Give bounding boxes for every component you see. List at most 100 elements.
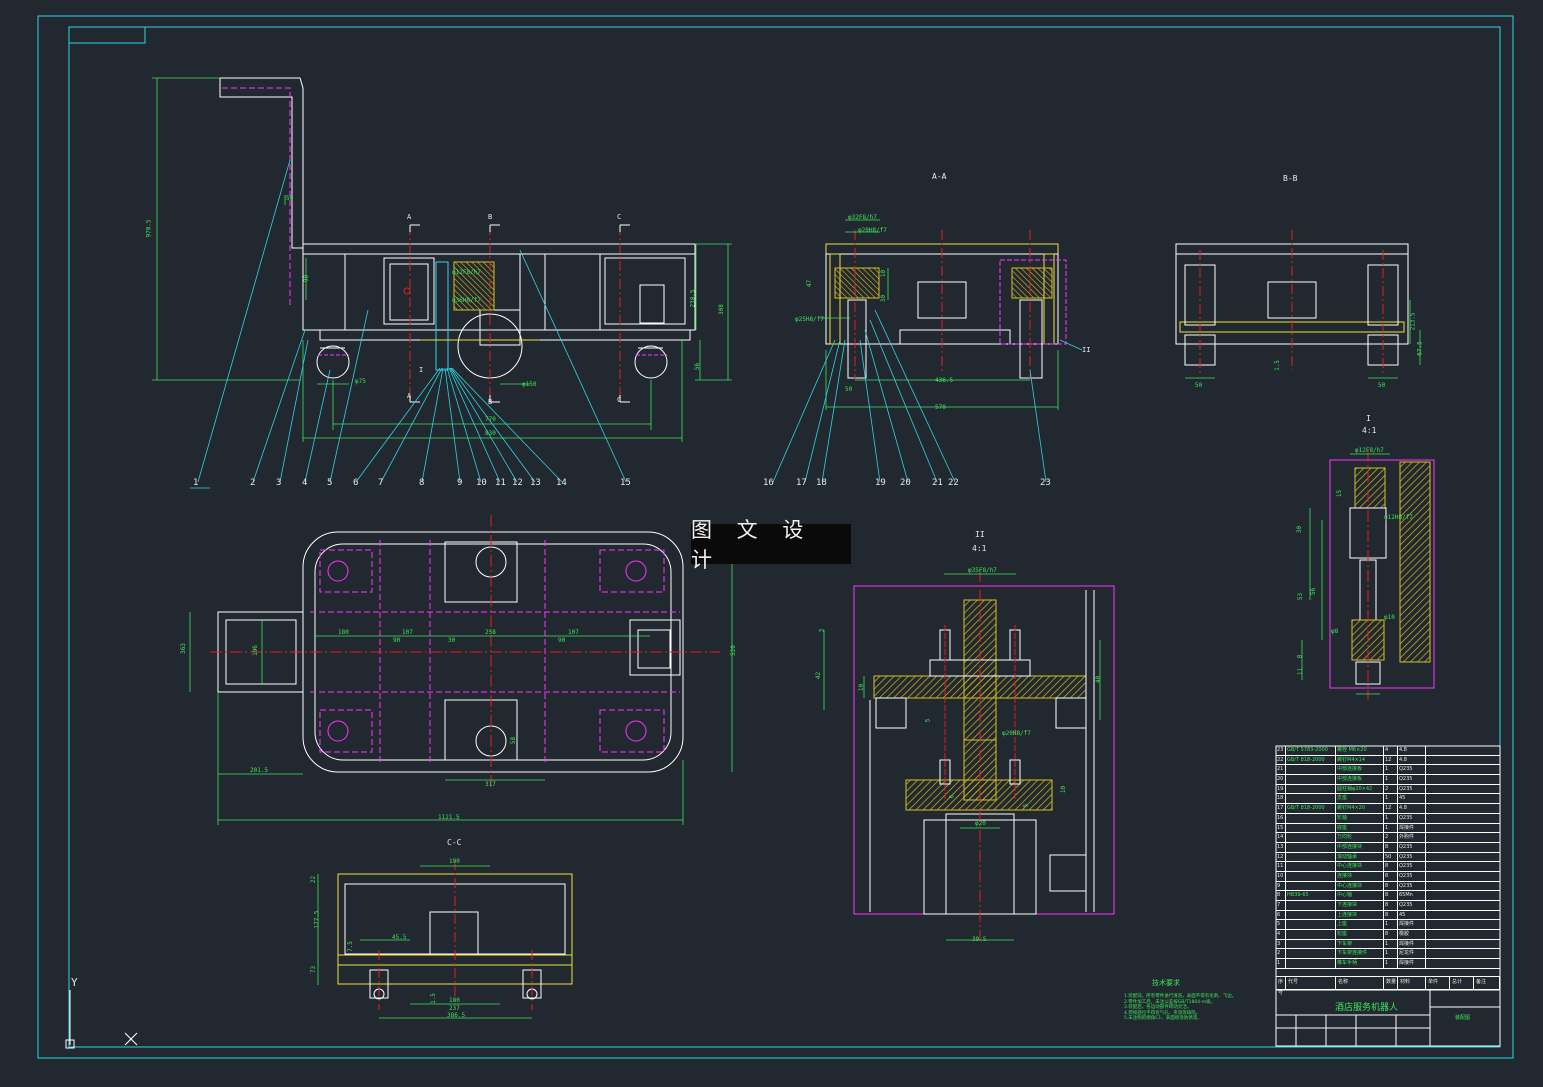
callout-10: 10	[476, 478, 487, 488]
bom-header-cell: 总计	[1450, 977, 1474, 989]
bom-cell-code: GB/T 818-2000	[1286, 804, 1336, 813]
bom-cell-no: 22	[1276, 755, 1286, 765]
dim-plan-317: 317	[485, 781, 496, 788]
bom-cell-no: 2	[1276, 949, 1286, 959]
bom-cell-qty: 1	[1384, 765, 1398, 775]
callout-12: 12	[512, 478, 523, 488]
callout-18: 18	[816, 478, 827, 488]
bom-cell-code	[1286, 939, 1336, 949]
front-view	[152, 77, 732, 489]
detail-ii-view	[823, 570, 1115, 941]
detail-ii-marker: II	[1082, 346, 1091, 354]
dim-plan-107-right: 107	[568, 629, 579, 636]
bom-cell-qty: 1	[1384, 949, 1398, 959]
dim-aa-10: 10	[880, 269, 888, 278]
bom-cell-name: 底座	[1336, 823, 1384, 833]
dim-front-phi36: φ36H8/f7	[452, 297, 481, 304]
bom-cell-name: 中部连接板	[1336, 775, 1384, 784]
bill-of-materials-table: 23 GB/T 5783-2000 螺栓 M6×20 4 4.8 22 GB/T 818-2…	[1276, 746, 1500, 969]
bom-cell-mat: 焊接件	[1398, 920, 1426, 930]
bom-cell-code	[1286, 881, 1336, 891]
bom-cell-name: 螺栓 M6×20	[1336, 746, 1384, 755]
dim-ii-40: 40	[1095, 675, 1103, 684]
dim-cc-237: 237	[449, 1005, 460, 1012]
cut-marker-c-bottom: C	[617, 396, 622, 404]
dim-plan-520: 520	[729, 645, 737, 656]
dim-i-8: 8	[1296, 654, 1304, 659]
dim-plan-30: 30	[448, 637, 456, 644]
dim-plan-180: 180	[338, 629, 349, 636]
bom-cell-name: 支座	[1336, 794, 1384, 804]
dim-i-phi12h8: φ12H8/f7	[1384, 514, 1413, 521]
bom-cell-no: 20	[1276, 775, 1286, 784]
bom-cell-code	[1286, 833, 1336, 842]
dim-i-53: 53	[1297, 592, 1305, 601]
plan-view	[189, 515, 733, 825]
bom-cell-mat: Q235	[1398, 842, 1426, 852]
bom-cell-no: 15	[1276, 823, 1286, 833]
bom-row: 14 万向轮 2 外购件	[1276, 833, 1500, 843]
bom-cell-mat: 焊接件	[1398, 939, 1426, 949]
bom-cell-qty: 1	[1384, 939, 1398, 949]
callout-8: 8	[419, 478, 425, 488]
bom-cell-no: 11	[1276, 862, 1286, 871]
bom-row: 10 连接块 8 Q235	[1276, 871, 1500, 882]
callout-7: 7	[378, 478, 384, 488]
callout-21: 21	[932, 478, 943, 488]
bom-cell-qty: 4	[1384, 746, 1398, 755]
dim-aa-570: 570	[935, 404, 946, 411]
dim-i-56: 56	[1310, 587, 1318, 596]
bom-row: 22 GB/T 818-2000 螺钉M4×14 12 4.8	[1276, 755, 1500, 766]
bom-cell-mat: 橡胶	[1398, 930, 1426, 939]
bom-cell-name: 推车手柄	[1336, 959, 1384, 968]
dim-cc-45: 45.5	[392, 934, 407, 941]
drawing-type: 装配图	[1455, 1015, 1471, 1021]
bom-header-cell: 代号	[1286, 977, 1336, 989]
bom-cell-code	[1286, 852, 1336, 862]
dim-front-56: 56	[694, 362, 702, 371]
bom-cell-name: 中心轴	[1336, 891, 1384, 900]
dim-aa-436: 436.5	[935, 377, 954, 384]
callout-11: 11	[495, 478, 506, 488]
bom-header-row: 序号 代号 名称 数量 材料 单件 总计 备注	[1276, 976, 1500, 996]
bom-row: 6 上连接块 8 45	[1276, 910, 1500, 921]
bom-cell-code	[1286, 901, 1336, 910]
bom-cell-name: 轮座	[1336, 930, 1384, 939]
callout-4: 4	[302, 478, 308, 488]
bom-row: 15 底座 1 焊接件	[1276, 823, 1500, 834]
bom-cell-no: 4	[1276, 930, 1286, 939]
dim-i-11: 11	[1297, 667, 1305, 676]
bom-cell-qty: 50	[1384, 852, 1398, 862]
bom-row: 7 下连接块 8 Q235	[1276, 901, 1500, 911]
bom-cell-qty: 1	[1384, 823, 1398, 833]
dim-aa-47: 47	[806, 279, 814, 288]
bom-cell-no: 3	[1276, 939, 1286, 949]
bom-cell-mat: Q235	[1398, 784, 1426, 794]
bom-cell-code	[1286, 775, 1336, 784]
section-bb-view	[1175, 230, 1421, 379]
bom-cell-qty: 1	[1384, 794, 1398, 804]
bom-row: 13 中部连接块 8 Q235	[1276, 842, 1500, 853]
cut-marker-a-top: A	[407, 213, 412, 221]
dim-plan-196: 196	[251, 645, 259, 656]
section-bb-title: B-B	[1283, 174, 1298, 183]
bom-cell-code	[1286, 823, 1336, 833]
dim-front-phi12: φ12F8/h7	[452, 269, 481, 276]
bom-cell-name: 滚动轴承	[1336, 852, 1384, 862]
bom-cell-code	[1286, 910, 1336, 920]
callout-13: 13	[530, 478, 541, 488]
bom-cell-name: 中心连接块	[1336, 881, 1384, 891]
dim-ii-5-bottom: 5	[1022, 803, 1030, 808]
bom-cell-mat: Q235	[1398, 765, 1426, 775]
dim-ii-phi20: φ20	[975, 820, 986, 827]
drawing-title: 酒店服务机器人	[1335, 1003, 1399, 1013]
dim-ii-6: 6	[948, 794, 956, 799]
dim-plan-201: 201.5	[250, 767, 269, 774]
dim-ii-39: 39.5	[972, 936, 987, 943]
dim-aa-50: 50	[845, 386, 853, 393]
callout-9: 9	[457, 478, 463, 488]
dim-aa-phi32: φ32F8/h7	[848, 214, 877, 221]
dim-bb-50-right: 50	[1378, 382, 1386, 389]
bom-cell-qty: 12	[1384, 804, 1398, 813]
detail-ii-scale: 4:1	[972, 544, 987, 553]
